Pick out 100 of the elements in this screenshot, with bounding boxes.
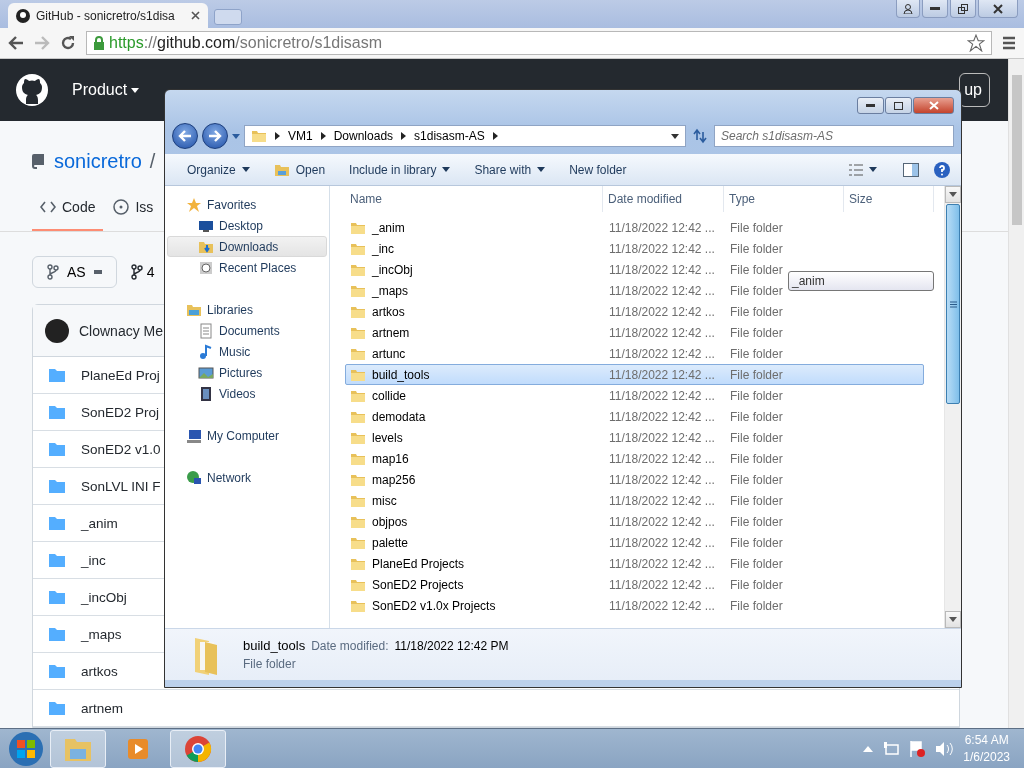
- browser-tab[interactable]: GitHub - sonicretro/s1disa: [8, 3, 208, 28]
- file-name: artkos: [372, 304, 405, 319]
- back-icon: [178, 130, 192, 142]
- nav-item[interactable]: Favorites: [167, 194, 327, 215]
- forward-button[interactable]: [202, 123, 228, 149]
- start-button[interactable]: [6, 729, 46, 768]
- dash-icon: [93, 270, 102, 274]
- file-name: PlaneEd Projects: [372, 556, 465, 571]
- list-icon: [849, 163, 863, 176]
- file-link[interactable]: _anim: [81, 515, 118, 531]
- toolbar-button[interactable]: Open: [261, 157, 338, 182]
- file-link[interactable]: _inc: [81, 552, 106, 568]
- close-button[interactable]: [978, 0, 1018, 18]
- scrollbar[interactable]: [944, 186, 961, 628]
- nav-item[interactable]: Documents: [167, 320, 327, 341]
- file-row[interactable]: levels 11/18/2022 12:42 ... File folder: [345, 427, 924, 448]
- toolbar-button[interactable]: Organize: [175, 157, 262, 182]
- close-icon[interactable]: [191, 11, 200, 20]
- date-cell-text: 11/18/2022 12:42 ...: [608, 451, 716, 466]
- breadcrumb-item[interactable]: Downloads: [333, 129, 394, 143]
- preview-pane-icon[interactable]: [903, 162, 919, 177]
- minimize-button[interactable]: [922, 0, 948, 18]
- minimize-button[interactable]: [857, 97, 884, 114]
- toolbar-button[interactable]: Share with: [462, 157, 558, 182]
- nav-item[interactable]: Music: [167, 341, 327, 362]
- refresh-icon[interactable]: [690, 126, 710, 146]
- file-row[interactable]: demodata 11/18/2022 12:42 ... File folder: [345, 406, 924, 427]
- file-row[interactable]: build_tools 11/18/2022 12:42 ... File folder: [345, 364, 924, 385]
- nav-item[interactable]: Desktop: [167, 215, 327, 236]
- file-link[interactable]: _maps: [81, 626, 122, 642]
- file-row[interactable]: misc 11/18/2022 12:42 ... File folder: [345, 490, 924, 511]
- reload-icon[interactable]: [60, 35, 76, 51]
- file-row[interactable]: palette 11/18/2022 12:42 ... File folder: [345, 532, 924, 553]
- restore-button[interactable]: [950, 0, 976, 18]
- column-header[interactable]: Date modified: [603, 186, 724, 212]
- file-row[interactable]: map16 11/18/2022 12:42 ... File folder: [345, 448, 924, 469]
- file-link[interactable]: PlaneEd Proj: [81, 367, 160, 383]
- nav-item[interactable]: Libraries: [167, 299, 327, 320]
- column-header[interactable]: Name: [345, 186, 603, 212]
- folder-icon: [49, 368, 65, 382]
- back-button[interactable]: [172, 123, 198, 149]
- repo-owner-link[interactable]: sonicretro: [54, 149, 142, 173]
- file-row[interactable]: artkos 11/18/2022 12:42 ... File folder: [345, 301, 924, 322]
- help-icon[interactable]: [933, 160, 951, 179]
- address-bar[interactable]: https://github.com/sonicretro/s1disasm: [86, 31, 992, 55]
- file-link[interactable]: artnem: [81, 700, 124, 716]
- caret-icon: [232, 133, 240, 139]
- nav-item[interactable]: Network: [167, 467, 327, 488]
- close-button[interactable]: [913, 97, 954, 114]
- file-link[interactable]: SonED2 Proj: [81, 404, 160, 420]
- type-cell-text: File folder: [729, 283, 784, 298]
- file-name: SonED2 Projects: [372, 577, 464, 592]
- toolbar-button[interactable]: New folder: [557, 157, 639, 182]
- user-button[interactable]: [896, 0, 920, 18]
- file-row[interactable]: artunc 11/18/2022 12:42 ... File folder: [345, 343, 924, 364]
- file-link[interactable]: artkos: [81, 663, 118, 679]
- file-link[interactable]: _incObj: [81, 589, 127, 605]
- nav-item[interactable]: Recent Places: [167, 257, 327, 278]
- file-row[interactable]: _inc 11/18/2022 12:42 ... File folder: [345, 238, 924, 259]
- branch-button[interactable]: AS: [32, 256, 117, 288]
- address-bar[interactable]: VM1 Downloads s1disasm-AS: [244, 125, 686, 147]
- tab-title: GitHub - sonicretro/s1disa: [36, 8, 176, 23]
- search-field[interactable]: Search s1disasm-AS: [714, 125, 954, 147]
- repo-tab[interactable]: Iss: [105, 199, 162, 231]
- scrollbar[interactable]: [1008, 59, 1024, 728]
- repo-tab[interactable]: Code: [32, 199, 104, 231]
- menu-icon[interactable]: [1002, 36, 1016, 50]
- type-cell-text: File folder: [729, 220, 784, 235]
- type-cell-text: File folder: [729, 493, 784, 508]
- flag-icon[interactable]: [909, 739, 926, 758]
- close-icon: [928, 101, 939, 110]
- column-header[interactable]: Size: [844, 186, 934, 212]
- file-row[interactable]: SonED2 Projects 11/18/2022 12:42 ... File folder: [345, 574, 924, 595]
- branch-count[interactable]: 4: [130, 264, 155, 280]
- star-icon[interactable]: [967, 34, 985, 52]
- file-row[interactable]: collide 11/18/2022 12:42 ... File folder: [345, 385, 924, 406]
- commit-author[interactable]: Clownacy Me: [79, 322, 164, 339]
- toolbar-button[interactable]: Include in library: [337, 157, 463, 182]
- product-menu[interactable]: Product: [72, 81, 140, 99]
- file-row[interactable]: SonED2 v1.0x Projects 11/18/2022 12:42 ... File folder: [345, 595, 924, 616]
- forward-icon: [208, 130, 222, 142]
- type-cell-text: File folder: [729, 451, 784, 466]
- file-link[interactable]: SonED2 v1.0: [81, 441, 161, 457]
- taskbar-button[interactable]: [170, 729, 226, 768]
- file-row[interactable]: objpos 11/18/2022 12:42 ... File folder: [345, 511, 924, 532]
- nav-item[interactable]: Videos: [167, 383, 327, 404]
- file-row[interactable]: artnem 11/18/2022 12:42 ... File folder: [345, 322, 924, 343]
- nav-item[interactable]: Pictures: [167, 362, 327, 383]
- column-header[interactable]: Type: [724, 186, 844, 212]
- nav-item[interactable]: Downloads: [167, 236, 327, 257]
- back-icon[interactable]: [8, 36, 24, 50]
- file-row[interactable]: map256 11/18/2022 12:42 ... File folder: [345, 469, 924, 490]
- file-row[interactable]: _anim 11/18/2022 12:42 ... File folder: [345, 217, 924, 238]
- breadcrumb-item[interactable]: s1disasm-AS: [414, 129, 485, 143]
- type-cell-text: File folder: [729, 577, 784, 592]
- nav-item[interactable]: My Computer: [167, 425, 327, 446]
- file-link[interactable]: SonLVL INI F: [81, 478, 161, 494]
- breadcrumb-item[interactable]: VM1: [288, 129, 313, 143]
- maximize-button[interactable]: [885, 97, 912, 114]
- file-row[interactable]: PlaneEd Projects 11/18/2022 12:42 ... File folder: [345, 553, 924, 574]
